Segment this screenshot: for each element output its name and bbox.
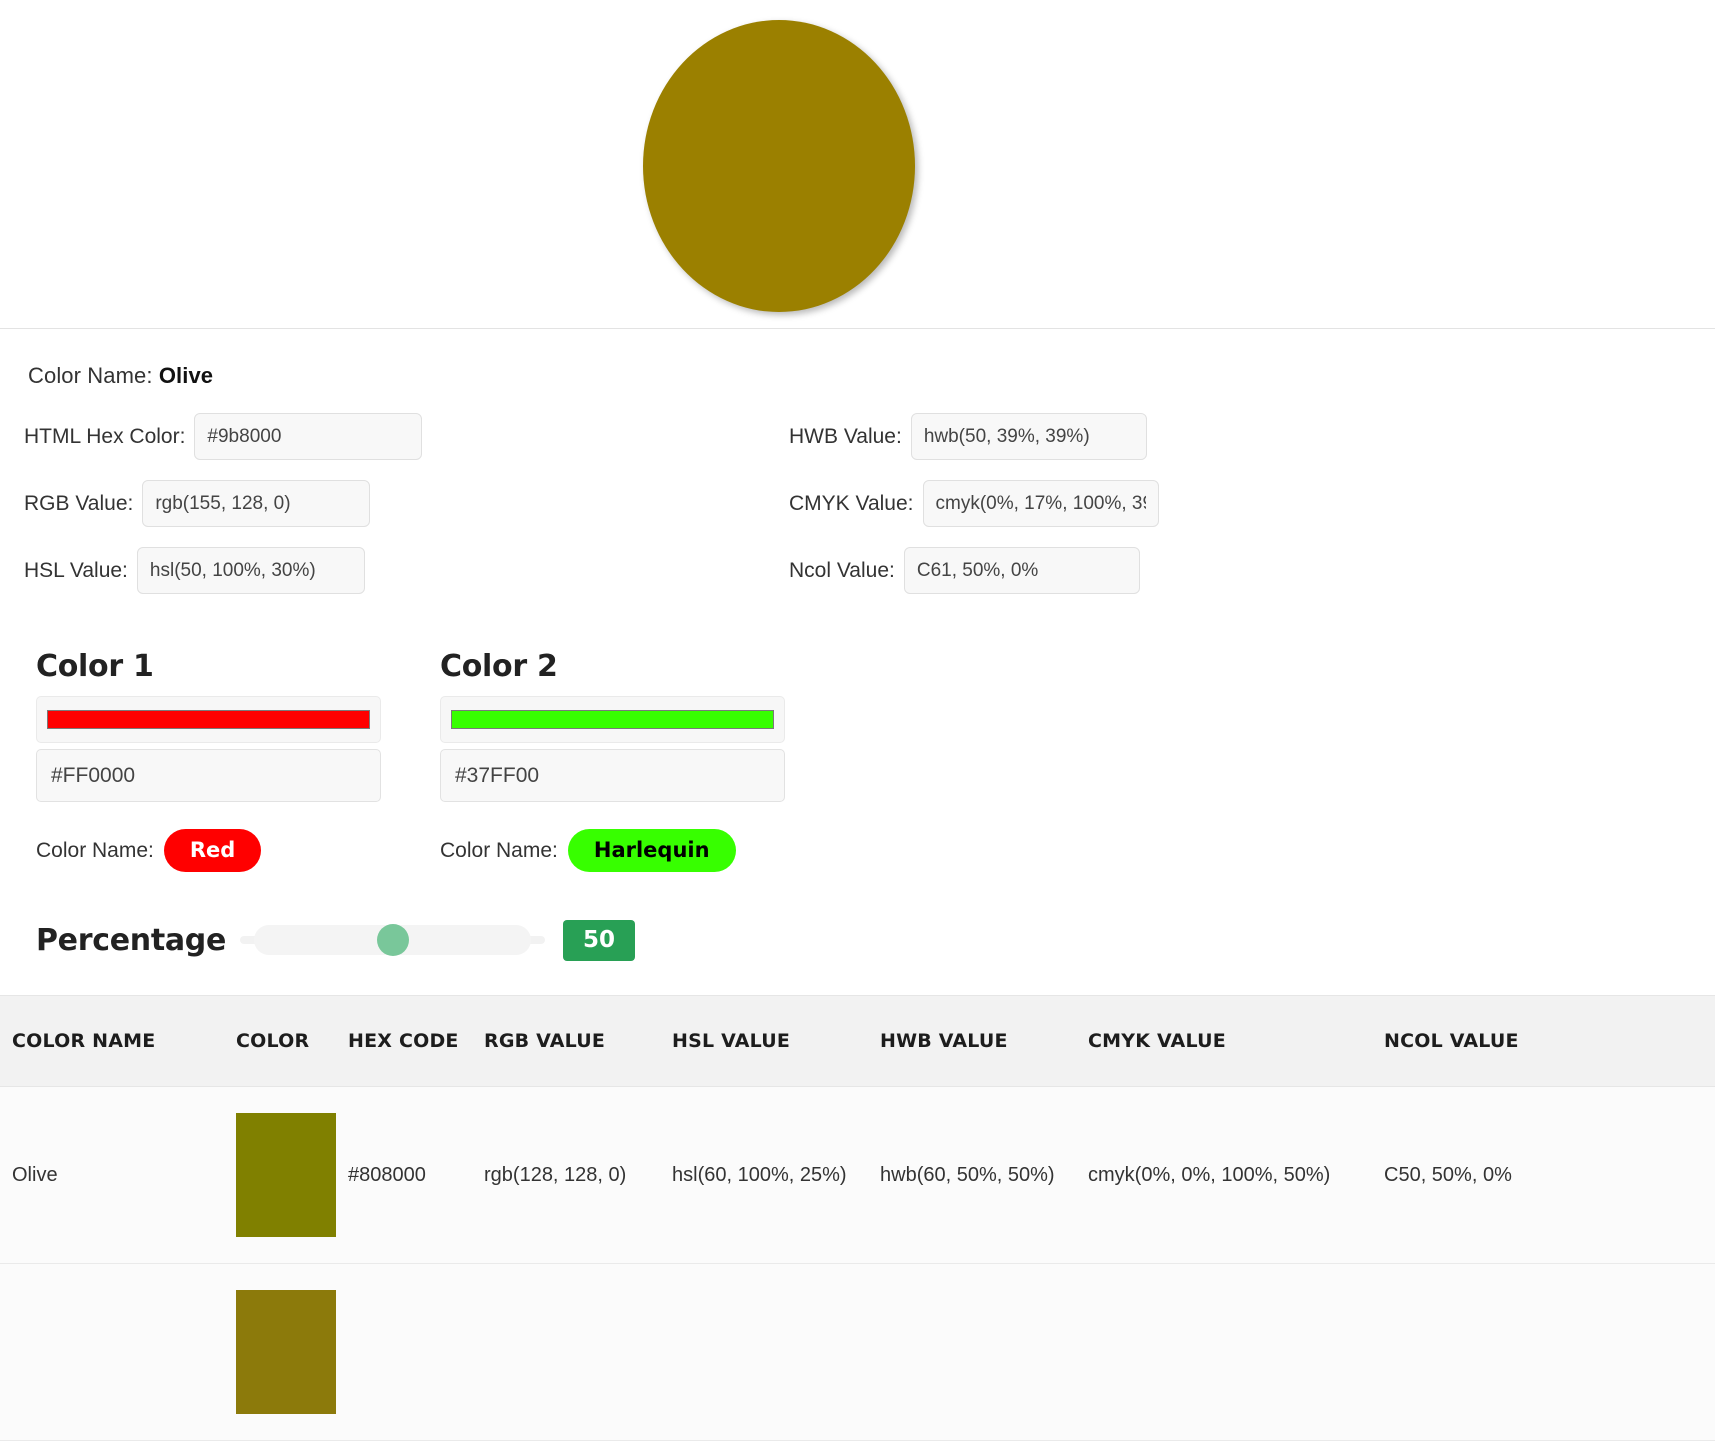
cell-hwb-value: hwb(60, 50%, 50%) [868,1087,1076,1264]
cmyk-value-row: CMYK Value: [789,480,1159,527]
color-1-name-badge: Red [164,829,261,872]
rgb-value-input[interactable] [142,480,370,527]
cell-color-name: Olive [0,1087,224,1264]
cell-hsl-value: hsl(60, 100%, 25%) [660,1087,868,1264]
colors-table-container: COLOR NAME COLOR HEX CODE RGB VALUE HSL … [0,995,1715,1441]
cell-hex-code-partial [336,1264,472,1441]
cell-ncol-value: C50, 50%, 0% [1372,1087,1715,1264]
row-color-swatch-next [236,1290,340,1414]
cell-rgb-value-partial [472,1264,660,1441]
color-preview-circle [643,20,915,312]
cell-rgb-value: rgb(128, 128, 0) [472,1087,660,1264]
cell-hwb-value-partial [868,1264,1076,1441]
color-values-grid: HTML Hex Color: RGB Value: HSL Value: HW… [0,413,1715,603]
percentage-row: Percentage 50 [0,905,1715,975]
cmyk-value-label: CMYK Value: [789,492,914,516]
cell-color-swatch-partial [224,1264,336,1441]
color-2-name-row: Color Name: Harlequin [440,829,785,872]
cell-hsl-value-partial [660,1264,868,1441]
header-hwb-value: HWB VALUE [868,996,1076,1087]
header-cmyk-value: CMYK VALUE [1076,996,1372,1087]
color-1-hex-input[interactable] [36,749,381,802]
cell-cmyk-value: cmyk(0%, 0%, 100%, 50%) [1076,1087,1372,1264]
hex-value-label: HTML Hex Color: [24,425,185,449]
ncol-value-label: Ncol Value: [789,559,895,583]
hwb-value-row: HWB Value: [789,413,1147,460]
color-1-picker: Color 1 Color Name: Red [36,649,381,872]
color-2-name-label: Color Name: [440,839,558,863]
cell-cmyk-value-partial [1076,1264,1372,1441]
color-2-name-badge: Harlequin [568,829,736,872]
table-row: Olive #808000 rgb(128, 128, 0) hsl(60, 1… [0,1087,1715,1264]
color-2-picker: Color 2 Color Name: Harlequin [440,649,785,872]
cell-hex-code: #808000 [336,1087,472,1264]
rgb-value-label: RGB Value: [24,492,133,516]
colors-table: COLOR NAME COLOR HEX CODE RGB VALUE HSL … [0,995,1715,1441]
colors-table-body: Olive #808000 rgb(128, 128, 0) hsl(60, 1… [0,1087,1715,1441]
colors-table-head: COLOR NAME COLOR HEX CODE RGB VALUE HSL … [0,996,1715,1087]
header-hsl-value: HSL VALUE [660,996,868,1087]
header-hex-code: HEX CODE [336,996,472,1087]
ncol-value-row: Ncol Value: [789,547,1140,594]
current-color-name: Color Name: Olive [0,329,1715,389]
cell-color-swatch [224,1087,336,1264]
current-color-name-label: Color Name: [28,363,153,388]
hsl-value-row: HSL Value: [24,547,365,594]
color-2-swatch [451,710,774,729]
current-color-name-value: Olive [159,363,213,388]
ncol-value-input[interactable] [904,547,1140,594]
header-color: COLOR [224,996,336,1087]
percentage-slider[interactable] [240,922,545,958]
color-preview-area [0,0,1715,328]
cmyk-value-input[interactable] [923,480,1159,527]
hsl-value-label: HSL Value: [24,559,128,583]
hsl-value-input[interactable] [137,547,365,594]
color-pickers: Color 1 Color Name: Red Color 2 Color Na… [0,649,1715,899]
hex-value-row: HTML Hex Color: [24,413,422,460]
table-header-row: COLOR NAME COLOR HEX CODE RGB VALUE HSL … [0,996,1715,1087]
percentage-value-badge: 50 [563,920,635,961]
hex-value-input[interactable] [194,413,422,460]
color-2-title: Color 2 [440,649,785,684]
hwb-value-input[interactable] [911,413,1147,460]
header-rgb-value: RGB VALUE [472,996,660,1087]
color-2-hex-input[interactable] [440,749,785,802]
header-ncol-value: NCOL VALUE [1372,996,1715,1087]
cell-color-name-partial [0,1264,224,1441]
hwb-value-label: HWB Value: [789,425,902,449]
row-color-swatch [236,1113,340,1237]
table-row-partial [0,1264,1715,1441]
color-1-name-label: Color Name: [36,839,154,863]
color-1-title: Color 1 [36,649,381,684]
color-1-swatch-button[interactable] [36,696,381,743]
color-1-name-row: Color Name: Red [36,829,381,872]
cell-ncol-value-partial [1372,1264,1715,1441]
percentage-label: Percentage [36,923,226,958]
header-color-name: COLOR NAME [0,996,224,1087]
color-2-swatch-button[interactable] [440,696,785,743]
percentage-slider-thumb[interactable] [377,924,409,956]
rgb-value-row: RGB Value: [24,480,370,527]
color-1-swatch [47,710,370,729]
